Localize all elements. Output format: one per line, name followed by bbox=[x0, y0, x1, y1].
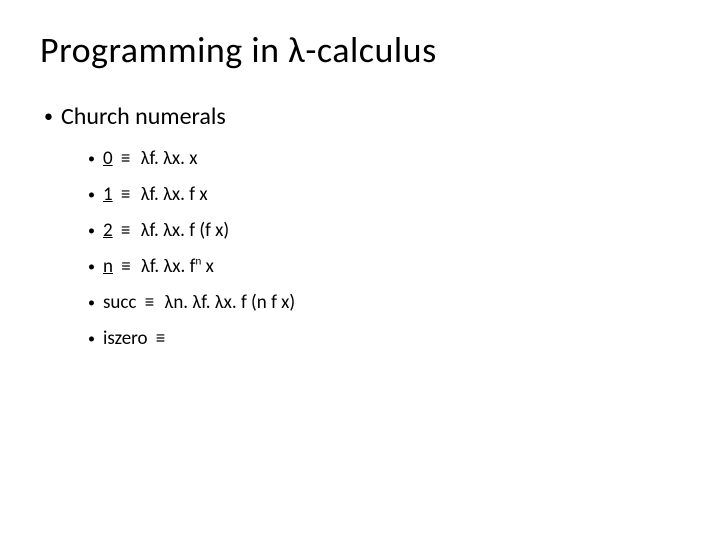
item-content: 1 ≡ λf. λx. f x bbox=[103, 183, 208, 206]
def-symbol: ≡ bbox=[121, 147, 130, 170]
list-item: • 2 ≡ λf. λx. f (f x) bbox=[88, 219, 680, 243]
numeral-name: 0 bbox=[103, 147, 113, 170]
numeral-body-prefix: λf. λx. f bbox=[141, 255, 195, 278]
numeral-name: 1 bbox=[103, 183, 113, 206]
def-symbol: ≡ bbox=[121, 183, 130, 206]
heading-row: • Church numerals bbox=[44, 102, 680, 131]
bullet-dot: • bbox=[88, 183, 95, 207]
bullet-dot: • bbox=[88, 291, 95, 315]
numeral-body: λn. λf. λx. f (n f x) bbox=[165, 291, 296, 314]
item-content: iszero ≡ bbox=[103, 327, 171, 350]
def-symbol: ≡ bbox=[156, 327, 165, 350]
bullet-dot: • bbox=[44, 102, 53, 130]
numeral-body: λf. λx. f (f x) bbox=[141, 219, 229, 242]
list-item: • n ≡ λf. λx. fn x bbox=[88, 255, 680, 279]
def-symbol: ≡ bbox=[121, 219, 130, 242]
bullet-dot: • bbox=[88, 219, 95, 243]
heading-text: Church numerals bbox=[61, 102, 226, 131]
numeral-name: n bbox=[103, 255, 113, 278]
title-text-1: Programming in bbox=[40, 28, 288, 72]
list-item: • 0 ≡ λf. λx. x bbox=[88, 147, 680, 171]
item-content: succ ≡ λn. λf. λx. f (n f x) bbox=[103, 291, 295, 314]
title-text-2: -calculus bbox=[305, 28, 436, 72]
numeral-name: iszero bbox=[103, 327, 148, 350]
list-item: • iszero ≡ bbox=[88, 327, 680, 351]
numeral-body: λf. λx. x bbox=[141, 147, 198, 170]
list-item: • succ ≡ λn. λf. λx. f (n f x) bbox=[88, 291, 680, 315]
item-content: n ≡ λf. λx. fn x bbox=[103, 255, 214, 278]
bullet-dot: • bbox=[88, 255, 95, 279]
numeral-body-suffix: x bbox=[201, 255, 214, 278]
title-lambda: λ bbox=[288, 28, 305, 72]
list-item: • 1 ≡ λf. λx. f x bbox=[88, 183, 680, 207]
item-content: 0 ≡ λf. λx. x bbox=[103, 147, 197, 170]
slide-title: Programming in λ-calculus bbox=[40, 28, 680, 72]
item-content: 2 ≡ λf. λx. f (f x) bbox=[103, 219, 229, 242]
def-symbol: ≡ bbox=[145, 291, 154, 314]
numeral-list: • 0 ≡ λf. λx. x • 1 ≡ λf. λx. f x • 2 ≡ … bbox=[88, 147, 680, 351]
def-symbol: ≡ bbox=[121, 255, 130, 278]
bullet-dot: • bbox=[88, 327, 95, 351]
numeral-name: succ bbox=[103, 291, 136, 314]
numeral-name: 2 bbox=[103, 219, 113, 242]
bullet-dot: • bbox=[88, 147, 95, 171]
numeral-body: λf. λx. f x bbox=[141, 183, 208, 206]
